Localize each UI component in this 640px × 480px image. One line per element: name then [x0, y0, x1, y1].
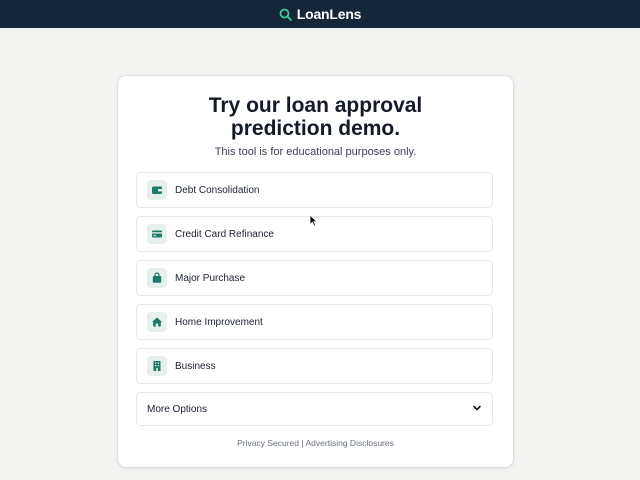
option-label: Major Purchase — [175, 272, 246, 284]
title-line-2: prediction demo. — [230, 117, 401, 140]
advertising-disclosures-link[interactable]: Advertising Disclosures — [306, 438, 394, 448]
footer-separator: | — [301, 438, 304, 448]
home-icon — [147, 312, 167, 332]
option-home-improvement[interactable]: Home Improvement — [136, 304, 493, 340]
option-label: Credit Card Refinance — [175, 228, 274, 240]
brand-name[interactable]: LoanLens — [297, 6, 362, 22]
option-business[interactable]: Business — [136, 348, 493, 384]
mouse-cursor-icon — [309, 214, 318, 232]
option-major-purchase[interactable]: Major Purchase — [136, 260, 493, 296]
subtitle: This tool is for educational purposes on… — [214, 146, 417, 158]
option-label: Debt Consolidation — [175, 184, 260, 196]
option-label: Home Improvement — [175, 316, 263, 328]
wallet-icon — [147, 180, 167, 200]
page-title: Try our loan approval prediction demo. — [118, 94, 513, 140]
option-label: Business — [175, 360, 216, 372]
credit-card-icon — [147, 224, 167, 244]
chevron-down-icon — [472, 400, 482, 418]
privacy-link[interactable]: Privacy Secured — [237, 438, 299, 448]
magnifier-icon — [279, 8, 292, 21]
footer-links: Privacy Secured | Advertising Disclosure… — [118, 438, 513, 448]
title-line-1: Try our loan approval — [208, 94, 423, 117]
shopping-bag-icon — [147, 268, 167, 288]
option-debt-consolidation[interactable]: Debt Consolidation — [136, 172, 493, 208]
loan-demo-card: Try our loan approval prediction demo. T… — [118, 76, 513, 467]
more-options-label: More Options — [147, 403, 208, 415]
top-bar: LoanLens — [0, 0, 640, 28]
more-options-dropdown[interactable]: More Options — [136, 392, 493, 426]
building-icon — [147, 356, 167, 376]
